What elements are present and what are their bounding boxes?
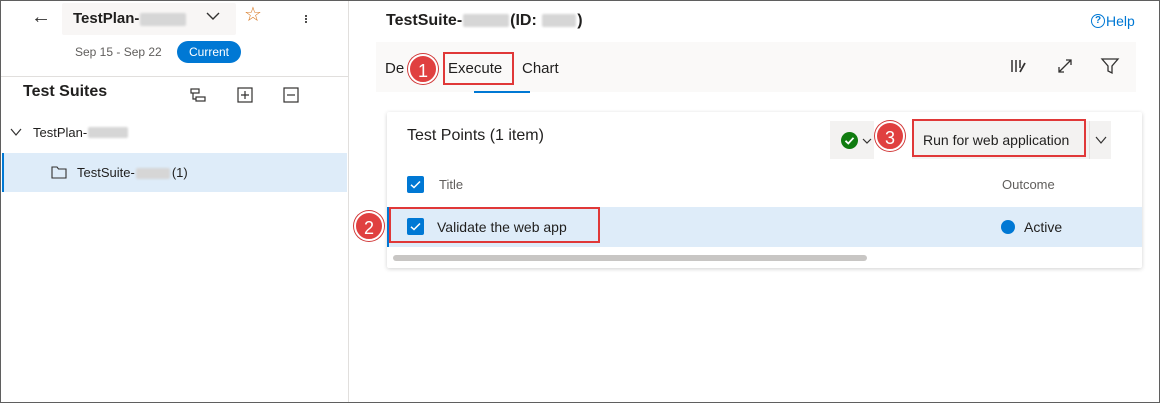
tab-chart[interactable]: Chart [522, 60, 559, 77]
callout-badge-2: 2 [354, 211, 384, 241]
chevron-down-icon [1095, 136, 1107, 144]
test-suites-title: Test Suites [23, 83, 108, 100]
tree-item-plan[interactable]: TestPlan- [9, 122, 129, 142]
callout-badge-1: 1 [408, 54, 438, 84]
filter-icon[interactable] [1100, 56, 1120, 76]
callout-box-test-point [389, 207, 600, 243]
folder-icon [51, 166, 67, 179]
suite-title: TestSuite- (ID: ) [386, 12, 583, 29]
column-header-title[interactable]: Title [439, 177, 463, 192]
fullscreen-icon[interactable] [1055, 56, 1075, 76]
tree-suite-label: TestSuite- (1) [77, 165, 188, 180]
select-all-checkbox[interactable] [407, 176, 424, 193]
column-options-icon[interactable] [1008, 56, 1028, 76]
expand-tree-icon[interactable] [189, 86, 207, 104]
mark-outcome-button[interactable] [830, 121, 874, 159]
test-suites-panel: ← TestPlan- ☆ ··· Sep 15 - Sep 22 Curren… [1, 1, 349, 402]
add-suite-icon[interactable] [236, 86, 254, 104]
callout-box-execute [443, 52, 514, 85]
selection-accent [2, 153, 4, 192]
test-point-outcome: Active [1024, 219, 1063, 235]
pass-check-icon [841, 132, 858, 149]
plan-selector[interactable]: TestPlan- [62, 3, 236, 35]
more-vertical-icon[interactable]: ··· [297, 13, 317, 22]
tree-plan-label: TestPlan- [33, 124, 88, 140]
callout-box-run [912, 119, 1086, 157]
run-options-dropdown[interactable] [1089, 121, 1111, 159]
chevron-down-icon [862, 138, 872, 144]
star-icon[interactable]: ☆ [244, 4, 262, 26]
chevron-down-icon[interactable] [205, 8, 221, 24]
active-status-dot [1001, 220, 1015, 234]
date-range: Sep 15 - Sep 22 [75, 45, 162, 59]
plan-name: TestPlan- [73, 10, 187, 27]
active-tab-indicator [474, 91, 530, 93]
check-icon [410, 180, 421, 189]
collapse-icon[interactable] [282, 86, 300, 104]
help-icon: ? [1091, 14, 1105, 28]
tab-define[interactable]: De [385, 60, 404, 77]
help-link[interactable]: ? Help [1091, 13, 1135, 29]
chevron-down-icon[interactable] [9, 125, 23, 139]
horizontal-scrollbar[interactable] [393, 255, 867, 261]
tree-item-suite[interactable]: TestSuite- (1) [2, 153, 347, 192]
divider [1, 76, 348, 77]
current-badge: Current [177, 41, 241, 63]
callout-badge-3: 3 [875, 121, 905, 151]
test-points-title: Test Points (1 item) [407, 127, 544, 144]
back-arrow-icon[interactable]: ← [31, 7, 51, 27]
column-header-outcome[interactable]: Outcome [1002, 177, 1055, 192]
